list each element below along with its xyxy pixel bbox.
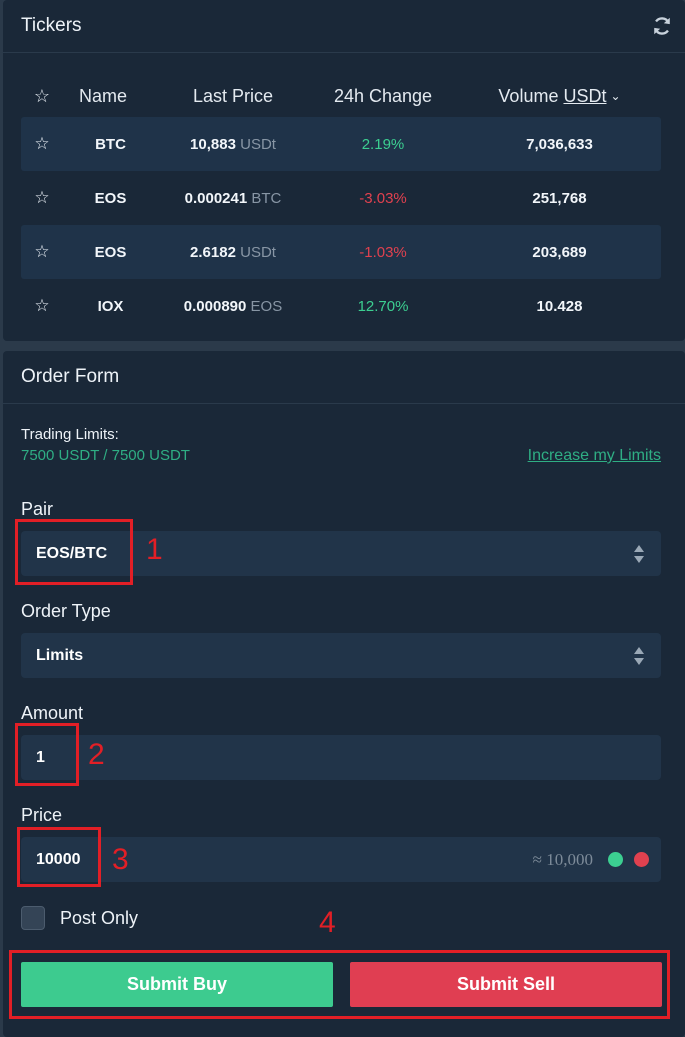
column-header-volume[interactable]: Volume USDt ⌄ [458, 86, 661, 107]
chevron-down-icon[interactable]: ⌄ [611, 89, 621, 103]
annotation-box-4 [9, 950, 670, 1019]
favorite-star-icon[interactable]: ☆ [21, 134, 63, 154]
price-value: 0.000241 [184, 189, 248, 207]
ticker-volume: 10.428 [536, 297, 583, 315]
price-unit: EOS [250, 297, 283, 315]
best-ask-dot-icon[interactable] [634, 852, 649, 867]
ticker-change: -1.03% [359, 243, 407, 261]
ticker-name: EOS [94, 243, 127, 261]
price-value: 10,883 [190, 135, 236, 153]
sort-updown-icon [634, 545, 644, 563]
volume-unit-selector[interactable]: USDt [563, 86, 606, 106]
favorite-star-icon[interactable]: ☆ [21, 242, 63, 262]
amount-input[interactable]: 1 [21, 735, 661, 780]
tickers-table-header: ☆ Name Last Price 24h Change Volume USDt… [21, 80, 661, 112]
ticker-price: 0.000890 EOS [158, 298, 308, 315]
ticker-volume: 251,768 [532, 189, 587, 207]
tickers-title: Tickers [21, 15, 82, 36]
sort-updown-icon [634, 647, 644, 665]
ticker-row[interactable]: ☆ IOX 0.000890 EOS 12.70% 10.428 [21, 279, 661, 333]
annotation-box-2 [15, 723, 79, 786]
ticker-price: 2.6182 USDt [158, 244, 308, 261]
ticker-name: EOS [94, 189, 127, 207]
price-approx: ≈ 10,000 [532, 849, 593, 869]
column-header-last-price[interactable]: Last Price [158, 86, 308, 107]
ticker-volume: 7,036,633 [526, 135, 593, 153]
order-form-header: Order Form [3, 351, 685, 404]
annotation-number-2: 2 [88, 738, 105, 771]
tickers-header: Tickers [3, 0, 685, 53]
ticker-row[interactable]: ☆ BTC 10,883 USDt 2.19% 7,036,633 [21, 117, 661, 171]
price-unit: USDt [240, 243, 276, 261]
order-form-panel: Order Form Trading Limits: 7500 USDT / 7… [3, 351, 685, 1037]
ticker-price: 0.000241 BTC [158, 190, 308, 207]
ticker-price: 10,883 USDt [158, 136, 308, 153]
post-only-checkbox[interactable] [21, 906, 45, 930]
ticker-row[interactable]: ☆ EOS 0.000241 BTC -3.03% 251,768 [21, 171, 661, 225]
favorite-star-icon[interactable]: ☆ [21, 296, 63, 316]
post-only-row[interactable]: Post Only [21, 906, 138, 930]
order-type-value: Limits [36, 646, 84, 664]
tickers-table-body: ☆ BTC 10,883 USDt 2.19% 7,036,633 ☆ EOS … [21, 117, 661, 333]
annotation-number-4: 4 [319, 906, 336, 939]
post-only-label: Post Only [60, 907, 139, 928]
ticker-change: 12.70% [357, 297, 409, 315]
annotation-number-1: 1 [146, 533, 163, 566]
ticker-row[interactable]: ☆ EOS 2.6182 USDt -1.03% 203,689 [21, 225, 661, 279]
price-unit: USDt [240, 135, 276, 153]
column-header-24h-change[interactable]: 24h Change [308, 86, 458, 107]
ticker-change: -3.03% [359, 189, 407, 207]
tickers-panel: Tickers ☆ Name Last Price 24h Change Vol… [3, 0, 685, 341]
trading-limits-value: 7500 USDT / 7500 USDT [21, 447, 190, 464]
order-form-title: Order Form [21, 366, 120, 387]
refresh-icon[interactable] [651, 15, 673, 37]
increase-limits-link[interactable]: Increase my Limits [528, 447, 661, 465]
best-bid-dot-icon[interactable] [608, 852, 623, 867]
order-type-label: Order Type [21, 601, 111, 621]
annotation-box-3 [17, 827, 101, 887]
ticker-change: 2.19% [361, 135, 405, 153]
ticker-name: BTC [95, 135, 126, 153]
annotation-box-1 [15, 519, 133, 585]
amount-label: Amount [21, 703, 84, 723]
order-type-select[interactable]: Limits [21, 633, 661, 678]
price-unit: BTC [251, 189, 282, 207]
favorite-header-icon[interactable]: ☆ [21, 86, 63, 107]
favorite-star-icon[interactable]: ☆ [21, 188, 63, 208]
trading-limits-label: Trading Limits: [21, 426, 119, 443]
ticker-name: IOX [97, 297, 124, 315]
price-value: 2.6182 [190, 243, 236, 261]
price-label: Price [21, 805, 63, 825]
pair-label: Pair [21, 499, 54, 519]
column-header-name[interactable]: Name [63, 86, 158, 107]
price-value: 0.000890 [183, 297, 247, 315]
volume-label: Volume [498, 85, 559, 106]
ticker-volume: 203,689 [532, 243, 587, 261]
annotation-number-3: 3 [112, 843, 129, 876]
